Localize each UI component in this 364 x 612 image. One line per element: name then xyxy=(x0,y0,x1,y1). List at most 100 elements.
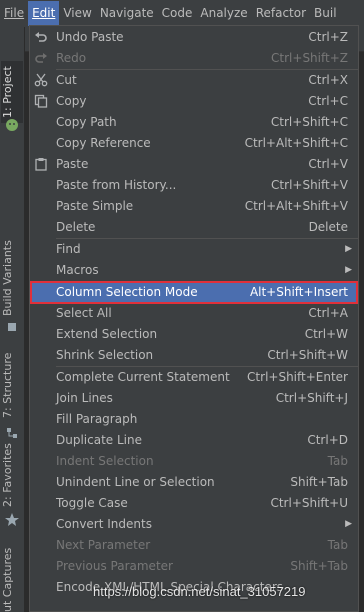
menu-item-shortcut: Ctrl+Shift+Enter xyxy=(247,370,348,384)
menu-item-label: Macros xyxy=(56,263,99,277)
menu-analyze-label: Analyze xyxy=(200,6,248,20)
menu-item-shortcut: Ctrl+C xyxy=(308,94,348,108)
submenu-arrow-icon: ▶ xyxy=(345,265,352,275)
redo-icon xyxy=(33,50,49,66)
menu-item-label: Undo Paste xyxy=(56,30,124,44)
menu-edit[interactable]: Edit xyxy=(28,1,60,26)
menu-item-paste[interactable]: Paste Ctrl+V xyxy=(30,154,358,175)
menu-item-shortcut: Alt+Shift+Insert xyxy=(249,285,348,299)
menu-item-label: Cut xyxy=(56,73,77,87)
menu-view[interactable]: View xyxy=(59,1,95,26)
menu-item-delete[interactable]: Delete Delete xyxy=(30,217,358,238)
tab-structure[interactable]: 7: Structure xyxy=(1,345,23,425)
menu-item-toggle-case[interactable]: Toggle Case Ctrl+Shift+U xyxy=(30,493,358,514)
menu-edit-label: Edit xyxy=(32,6,56,20)
menu-item-label: Join Lines xyxy=(56,391,113,405)
menu-item-label: Convert Indents xyxy=(56,517,152,531)
menu-item-shortcut: Ctrl+Z xyxy=(308,30,348,44)
menu-item-convert-indents[interactable]: Convert Indents ▶ xyxy=(30,514,358,535)
menu-item-next-parameter[interactable]: Next Parameter Tab xyxy=(30,535,358,556)
menu-refactor[interactable]: Refactor xyxy=(252,1,310,26)
menu-item-label: Extend Selection xyxy=(56,327,158,341)
menu-item-label: Complete Current Statement xyxy=(56,370,230,384)
menu-item-label: Delete xyxy=(56,220,96,234)
menu-item-label: Unindent Line or Selection xyxy=(56,475,215,489)
menu-item-label: Indent Selection xyxy=(56,454,154,468)
menu-item-shortcut: Ctrl+Shift+V xyxy=(271,178,348,192)
menu-item-label: Shrink Selection xyxy=(56,348,154,362)
menu-item-label: Select All xyxy=(56,306,112,320)
submenu-arrow-icon: ▶ xyxy=(345,244,352,254)
tab-project[interactable]: 1: Project xyxy=(1,61,23,123)
menu-item-paste-simple[interactable]: Paste Simple Ctrl+Alt+Shift+V xyxy=(30,196,358,217)
menu-item-indent-selection[interactable]: Indent Selection Tab xyxy=(30,451,358,472)
menu-navigate[interactable]: Navigate xyxy=(96,1,158,26)
menu-item-shortcut: Ctrl+A xyxy=(308,306,348,320)
menu-navigate-label: Navigate xyxy=(99,6,154,20)
build-variants-icon xyxy=(4,319,20,335)
menu-item-shortcut: Tab xyxy=(327,454,348,468)
menu-item-complete-current-statement[interactable]: Complete Current Statement Ctrl+Shift+En… xyxy=(30,367,358,388)
menu-item-fill-paragraph[interactable]: Fill Paragraph xyxy=(30,409,358,430)
tab-structure-label: 7: Structure xyxy=(1,352,14,418)
menu-item-label: Copy xyxy=(56,94,87,108)
menu-item-copy-path[interactable]: Copy Path Ctrl+Shift+C xyxy=(30,112,358,133)
copy-icon xyxy=(33,93,49,109)
menu-item-shrink-selection[interactable]: Shrink Selection Ctrl+Shift+W xyxy=(30,345,358,366)
tab-captures[interactable]: ut Captures xyxy=(1,547,23,612)
menu-item-copy-reference[interactable]: Copy Reference Ctrl+Alt+Shift+C xyxy=(30,133,358,154)
tab-build-variants[interactable]: Build Variants xyxy=(1,232,23,324)
menu-item-shortcut: Ctrl+V xyxy=(308,157,348,171)
structure-icon xyxy=(4,425,20,441)
menu-item-label: Next Parameter xyxy=(56,538,151,552)
menu-item-label: Toggle Case xyxy=(56,496,128,510)
menu-item-select-all[interactable]: Select All Ctrl+A xyxy=(30,303,358,324)
menu-item-previous-parameter[interactable]: Previous Parameter Shift+Tab xyxy=(30,556,358,577)
menu-item-label: Copy Path xyxy=(56,115,117,129)
menu-item-redo[interactable]: Redo Ctrl+Shift+Z xyxy=(30,48,358,69)
edit-menu-popup: Undo Paste Ctrl+Z Redo Ctrl+Shift+Z Cut … xyxy=(29,25,359,612)
menu-item-paste-from-history[interactable]: Paste from History... Ctrl+Shift+V xyxy=(30,175,358,196)
tool-window-strip: 1: Project Build Variants 7: Structure 2… xyxy=(0,27,25,612)
menu-item-label: Previous Parameter xyxy=(56,559,173,573)
menu-item-label: Duplicate Line xyxy=(56,433,142,447)
menu-item-shortcut: Ctrl+W xyxy=(304,327,348,341)
menu-item-label: Paste xyxy=(56,157,89,171)
menu-item-label: Copy Reference xyxy=(56,136,151,150)
menu-item-label: Redo xyxy=(56,51,87,65)
menu-item-shortcut: Ctrl+Shift+C xyxy=(270,115,348,129)
menu-bar: File Edit View Navigate Code Analyze Ref… xyxy=(0,0,364,27)
menu-item-shortcut: Ctrl+X xyxy=(308,73,348,87)
menu-item-copy[interactable]: Copy Ctrl+C xyxy=(30,91,358,112)
menu-item-shortcut: Ctrl+Alt+Shift+C xyxy=(244,136,348,150)
menu-file-label: File xyxy=(4,6,25,20)
menu-file[interactable]: File xyxy=(0,1,28,26)
menu-item-cut[interactable]: Cut Ctrl+X xyxy=(30,70,358,91)
undo-icon xyxy=(33,29,49,45)
menu-item-shortcut: Ctrl+D xyxy=(307,433,348,447)
tab-project-label: 1: Project xyxy=(1,66,14,118)
paste-icon xyxy=(33,156,49,172)
menu-item-label: Paste from History... xyxy=(56,178,177,192)
menu-item-extend-selection[interactable]: Extend Selection Ctrl+W xyxy=(30,324,358,345)
tab-favorites[interactable]: 2: Favorites xyxy=(1,441,23,509)
menu-code[interactable]: Code xyxy=(158,1,197,26)
menu-item-duplicate-line[interactable]: Duplicate Line Ctrl+D xyxy=(30,430,358,451)
menu-item-unindent-line[interactable]: Unindent Line or Selection Shift+Tab xyxy=(30,472,358,493)
submenu-arrow-icon: ▶ xyxy=(345,519,352,529)
watermark-url: https://blog.csdn.net/sinat_31057219 xyxy=(93,584,306,599)
menu-refactor-label: Refactor xyxy=(255,6,307,20)
menu-item-shortcut: Shift+Tab xyxy=(290,475,348,489)
menu-item-macros[interactable]: Macros ▶ xyxy=(30,260,358,281)
star-icon xyxy=(4,511,20,527)
menu-item-shortcut: Ctrl+Shift+U xyxy=(270,496,348,510)
menu-item-join-lines[interactable]: Join Lines Ctrl+Shift+J xyxy=(30,388,358,409)
menu-item-find[interactable]: Find ▶ xyxy=(30,239,358,260)
menu-build[interactable]: Buil xyxy=(310,1,341,26)
menu-item-shortcut: Ctrl+Alt+Shift+V xyxy=(244,199,348,213)
menu-item-label: Paste Simple xyxy=(56,199,134,213)
menu-item-shortcut: Delete xyxy=(308,220,348,234)
menu-item-column-selection-mode[interactable]: Column Selection Mode Alt+Shift+Insert xyxy=(30,281,358,304)
menu-item-undo[interactable]: Undo Paste Ctrl+Z xyxy=(30,27,358,48)
menu-analyze[interactable]: Analyze xyxy=(196,1,251,26)
